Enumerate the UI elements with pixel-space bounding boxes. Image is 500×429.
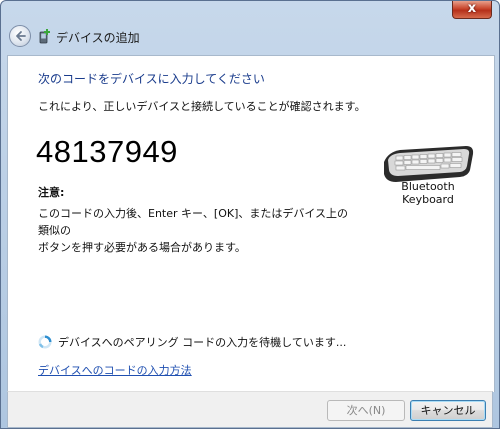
note-heading: 注意: bbox=[38, 186, 65, 199]
add-device-window: x デバイスの追加 次のコードをデバイスに入力してください これにより、正しいデ… bbox=[0, 0, 500, 429]
back-arrow-icon bbox=[16, 31, 26, 41]
description-text: これにより、正しいデバイスと接続していることが確認されます。 bbox=[38, 100, 366, 113]
content-panel: 次のコードをデバイスに入力してください これにより、正しいデバイスと接続している… bbox=[7, 55, 495, 392]
close-icon: x bbox=[467, 1, 477, 16]
status-text: デバイスへのペアリング コードの入力を待機しています... bbox=[58, 336, 347, 349]
add-device-icon bbox=[39, 29, 50, 44]
next-button[interactable]: 次へ(N) bbox=[327, 400, 405, 421]
title-bar: デバイスの追加 bbox=[1, 23, 499, 51]
help-link[interactable]: デバイスへのコードの入力方法 bbox=[38, 362, 192, 378]
pairing-code: 48137949 bbox=[36, 134, 178, 169]
window-title: デバイスの追加 bbox=[56, 31, 140, 45]
busy-spinner-icon bbox=[38, 335, 52, 349]
cancel-button[interactable]: キャンセル bbox=[410, 400, 486, 421]
device-name-label: Bluetooth Keyboard bbox=[401, 180, 455, 206]
note-line-2: ボタンを押す必要がある場合があります。 bbox=[38, 241, 246, 254]
close-button[interactable]: x bbox=[452, 1, 492, 19]
instruction-heading: 次のコードをデバイスに入力してください bbox=[38, 72, 265, 86]
back-button[interactable] bbox=[9, 25, 31, 47]
note-text: このコードの入力後、Enter キー、[OK]、またはデバイス上の類似の ボタン… bbox=[38, 205, 358, 256]
button-bar: 次へ(N) キャンセル bbox=[7, 391, 493, 428]
note-line-1: このコードの入力後、Enter キー、[OK]、またはデバイス上の類似の bbox=[38, 207, 349, 237]
